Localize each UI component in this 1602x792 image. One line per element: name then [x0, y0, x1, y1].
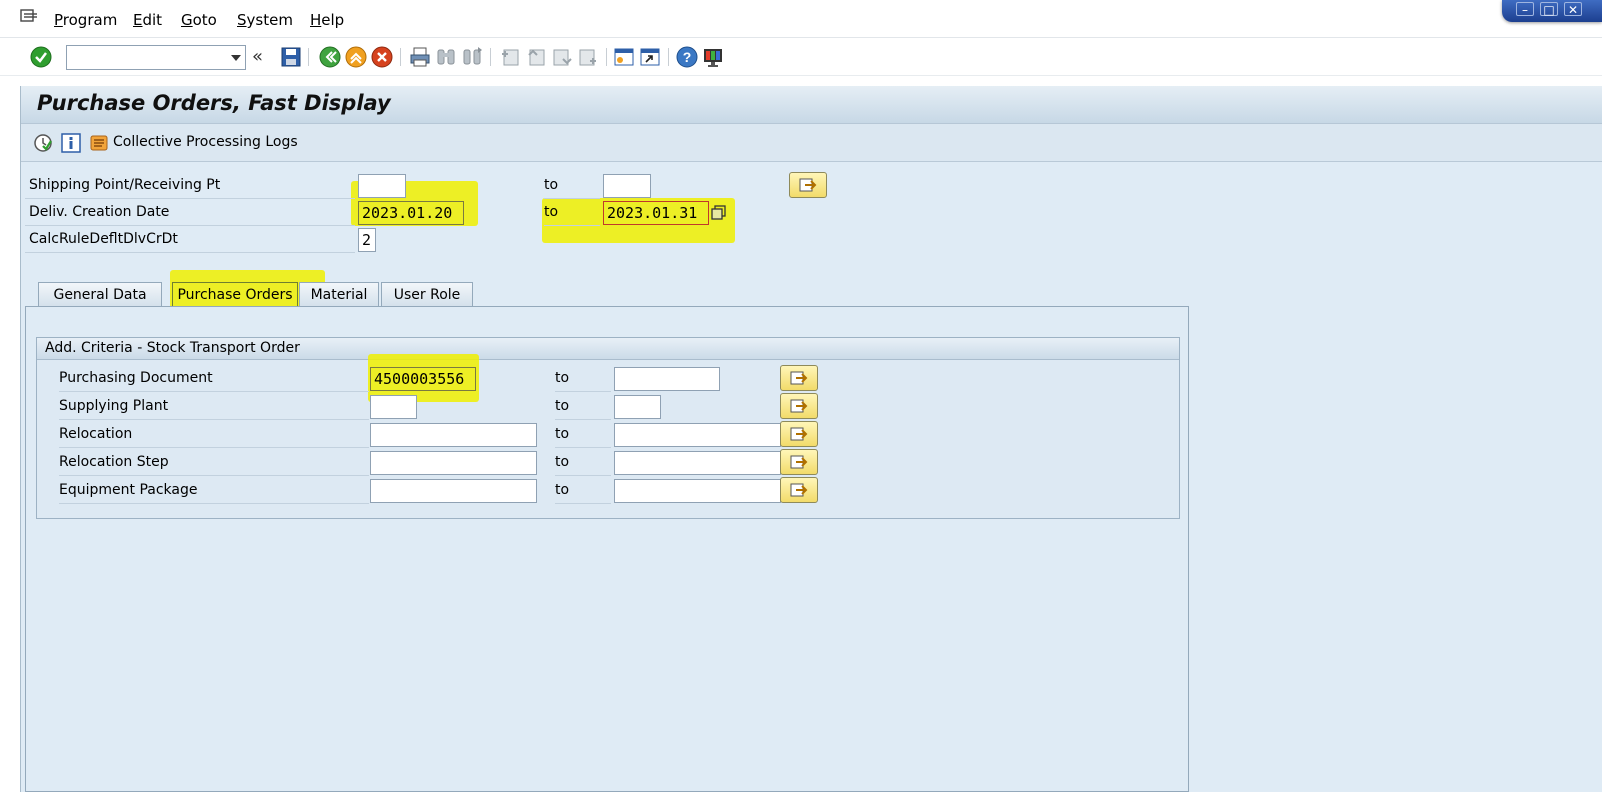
shipping-point-from-input[interactable]	[358, 174, 406, 198]
purchasing-document-to-input[interactable]	[614, 367, 720, 391]
menu-bar: Program Edit Goto System Help – □ ✕	[0, 0, 1602, 38]
shipping-point-to-input[interactable]	[603, 174, 651, 198]
chevron-down-icon[interactable]	[231, 55, 241, 61]
add-criteria-group: Add. Criteria - Stock Transport Order Pu…	[36, 337, 1180, 519]
relocation-step-to-label: to	[555, 449, 611, 476]
menu-program[interactable]: Program	[54, 11, 117, 29]
shortcut-icon[interactable]	[638, 45, 662, 69]
info-icon[interactable]	[59, 131, 83, 155]
equipment-package-to-input[interactable]	[614, 479, 781, 503]
collective-processing-logs-button[interactable]: Collective Processing Logs	[113, 134, 298, 150]
standard-toolbar: « ?	[0, 38, 1602, 76]
menu-icon[interactable]	[20, 9, 38, 25]
equipment-package-multiple-selection-button[interactable]	[780, 477, 818, 503]
shipping-point-multiple-selection-button[interactable]	[789, 172, 827, 198]
logs-scroll-icon[interactable]	[87, 131, 111, 155]
equipment-package-to-label: to	[555, 477, 611, 504]
menu-edit[interactable]: Edit	[133, 11, 162, 29]
title-bar: Purchase Orders, Fast Display	[21, 86, 1602, 124]
deliv-date-from-input[interactable]	[358, 201, 464, 225]
next-page-icon[interactable]	[550, 45, 574, 69]
supplying-plant-multiple-selection-button[interactable]	[780, 393, 818, 419]
close-icon[interactable]: ✕	[1564, 2, 1582, 17]
calendar-popup-icon[interactable]	[711, 205, 727, 221]
application-toolbar: Collective Processing Logs	[21, 124, 1602, 162]
help-icon[interactable]: ?	[675, 45, 699, 69]
purchasing-document-to-label: to	[555, 365, 611, 392]
supplying-plant-label: Supplying Plant	[59, 393, 369, 420]
relocation-from-input[interactable]	[370, 423, 537, 447]
page-title: Purchase Orders, Fast Display	[37, 91, 391, 115]
tab-user-role[interactable]: User Role	[381, 282, 473, 307]
deliv-creation-date-label: Deliv. Creation Date	[25, 199, 355, 226]
tab-strip: General Data Purchase Orders Material Us…	[35, 270, 495, 317]
supplying-plant-to-input[interactable]	[614, 395, 661, 419]
shipping-point-to-label: to	[544, 172, 600, 199]
command-field[interactable]	[66, 45, 246, 70]
exit-icon[interactable]	[344, 45, 368, 69]
last-page-icon[interactable]	[576, 45, 600, 69]
back-icon[interactable]	[318, 45, 342, 69]
find-icon[interactable]	[434, 45, 458, 69]
calc-rule-input[interactable]	[358, 228, 376, 252]
maximize-icon[interactable]: □	[1540, 2, 1558, 17]
purchasing-document-label: Purchasing Document	[59, 365, 369, 392]
execute-icon[interactable]	[31, 131, 55, 155]
collapse-icon[interactable]: «	[252, 46, 276, 70]
menu-system[interactable]: System	[237, 11, 293, 29]
menu-help[interactable]: Help	[310, 11, 344, 29]
menu-goto[interactable]: Goto	[181, 11, 217, 29]
minimize-icon[interactable]: –	[1516, 2, 1534, 17]
tab-general-data[interactable]: General Data	[38, 282, 162, 307]
deliv-date-to-label: to	[544, 199, 600, 226]
supplying-plant-from-input[interactable]	[370, 395, 417, 419]
purchasing-document-multiple-selection-button[interactable]	[780, 365, 818, 391]
relocation-step-to-input[interactable]	[614, 451, 781, 475]
relocation-step-multiple-selection-button[interactable]	[780, 449, 818, 475]
save-icon[interactable]	[279, 45, 303, 69]
equipment-package-label: Equipment Package	[59, 477, 369, 504]
tab-panel-purchase-orders: Add. Criteria - Stock Transport Order Pu…	[25, 306, 1189, 792]
tab-purchase-orders[interactable]: Purchase Orders	[172, 282, 298, 307]
create-session-icon[interactable]	[612, 45, 636, 69]
application-area: Purchase Orders, Fast Display Collective…	[20, 86, 1602, 792]
relocation-multiple-selection-button[interactable]	[780, 421, 818, 447]
purchasing-document-from-input[interactable]	[370, 367, 476, 391]
calc-rule-label: CalcRuleDefltDlvCrDt	[25, 226, 355, 253]
tab-material[interactable]: Material	[299, 282, 379, 307]
cancel-icon[interactable]	[370, 45, 394, 69]
relocation-to-label: to	[555, 421, 611, 448]
relocation-to-input[interactable]	[614, 423, 781, 447]
group-title: Add. Criteria - Stock Transport Order	[37, 338, 1179, 360]
relocation-label: Relocation	[59, 421, 369, 448]
equipment-package-from-input[interactable]	[370, 479, 537, 503]
shipping-point-label: Shipping Point/Receiving Pt	[25, 172, 355, 199]
enter-check-icon[interactable]	[29, 45, 53, 69]
command-input[interactable]	[67, 46, 217, 69]
customize-layout-icon[interactable]	[701, 45, 725, 69]
relocation-step-label: Relocation Step	[59, 449, 369, 476]
print-icon[interactable]	[408, 45, 432, 69]
supplying-plant-to-label: to	[555, 393, 611, 420]
svg-text:?: ?	[683, 49, 692, 65]
relocation-step-from-input[interactable]	[370, 451, 537, 475]
previous-page-icon[interactable]	[524, 45, 548, 69]
first-page-icon[interactable]	[498, 45, 522, 69]
window-controls: – □ ✕	[1502, 0, 1602, 22]
find-next-icon[interactable]	[460, 45, 484, 69]
deliv-date-to-input[interactable]	[603, 201, 709, 225]
